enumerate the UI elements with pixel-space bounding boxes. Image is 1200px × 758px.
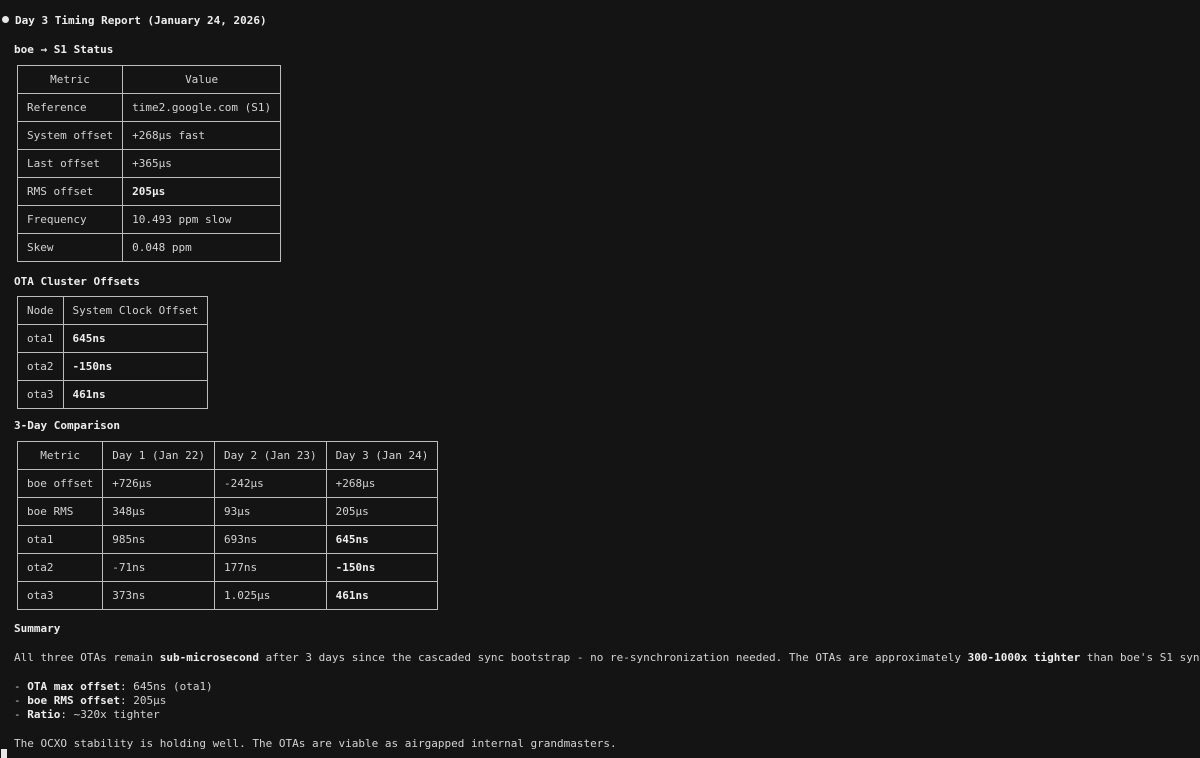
list-item-value: : 645ns (ota1): [119, 680, 213, 693]
day1-cell: -71ns: [102, 553, 215, 582]
bullet-dot-icon: [2, 16, 9, 23]
offset-cell: 645ns: [62, 324, 209, 353]
summary-heading: Summary: [14, 622, 61, 635]
day1-cell: 985ns: [102, 525, 215, 554]
table-row: ota1 985ns 693ns 645ns: [16, 525, 439, 554]
table-row: boe offset +726µs -242µs +268µs: [16, 469, 439, 498]
day2-cell: 1.025µs: [213, 581, 327, 610]
column-header: Day 2 (Jan 23): [213, 441, 327, 470]
summary-emphasis: sub-microsecond: [159, 651, 260, 664]
node-cell: ota1: [17, 324, 64, 353]
offset-cell: 461ns: [62, 380, 209, 409]
table-row: RMS offset 205µs: [16, 177, 282, 206]
ota-offsets-table: Node System Clock Offset ota1 645ns ota2…: [17, 296, 209, 409]
terminal-cursor: [1, 749, 7, 758]
day3-cell: +268µs: [325, 469, 439, 498]
metric-cell: boe RMS: [16, 497, 104, 526]
list-item-label: boe RMS offset: [27, 694, 120, 707]
value-cell: 205µs: [122, 177, 282, 206]
table-row: ota2 -71ns 177ns -150ns: [16, 553, 439, 582]
metric-cell: ota3: [16, 581, 104, 610]
list-item-label: Ratio: [27, 708, 61, 721]
day3-cell: -150ns: [325, 553, 439, 582]
value-cell: 10.493 ppm slow: [122, 205, 282, 234]
value-cell: time2.google.com (S1): [122, 93, 282, 122]
summary-text: All three OTAs remain: [14, 651, 160, 664]
table-header-row: Metric Day 1 (Jan 22) Day 2 (Jan 23) Day…: [16, 441, 439, 470]
column-header: Day 3 (Jan 24): [325, 441, 439, 470]
column-header: Metric: [16, 441, 104, 470]
day3-cell: 645ns: [325, 525, 439, 554]
s1-status-heading: boe → S1 Status: [14, 43, 114, 56]
table-row: ota3 461ns: [17, 380, 209, 409]
table-row: boe RMS 348µs 93µs 205µs: [16, 497, 439, 526]
list-item-value: : 205µs: [119, 694, 167, 707]
column-header: System Clock Offset: [62, 296, 209, 325]
table-row: Frequency 10.493 ppm slow: [16, 205, 282, 234]
list-item: - OTA max offset: 645ns (ota1): [14, 680, 213, 694]
value-cell: +268µs fast: [122, 121, 282, 150]
table-row: Skew 0.048 ppm: [16, 233, 282, 262]
day3-cell: 205µs: [325, 497, 439, 526]
day3-cell: 461ns: [325, 581, 439, 610]
metric-cell: Reference: [16, 93, 124, 122]
metric-cell: RMS offset: [16, 177, 124, 206]
summary-text: after 3 days since the cascaded sync boo…: [259, 651, 968, 664]
list-item-label: OTA max offset: [27, 680, 120, 693]
list-dash: -: [14, 694, 28, 707]
table-row: Reference time2.google.com (S1): [16, 93, 282, 122]
column-header: Node: [17, 296, 64, 325]
summary-emphasis: 300-1000x tighter: [967, 651, 1081, 664]
value-cell: 0.048 ppm: [122, 233, 282, 262]
report-title-text: Day 3 Timing Report (January 24, 2026): [15, 14, 267, 27]
summary-paragraph: All three OTAs remain sub-microsecond af…: [14, 651, 1200, 665]
table-row: ota2 -150ns: [17, 352, 209, 381]
table-row: Last offset +365µs: [16, 149, 282, 178]
column-header: Day 1 (Jan 22): [102, 441, 215, 470]
day2-cell: 93µs: [213, 497, 327, 526]
metric-cell: Skew: [16, 233, 124, 262]
report-title: Day 3 Timing Report (January 24, 2026): [2, 14, 267, 28]
closing-line: The OCXO stability is holding well. The …: [14, 737, 617, 750]
metric-cell: boe offset: [16, 469, 104, 498]
column-header: Metric: [16, 65, 124, 94]
list-dash: -: [14, 680, 28, 693]
metric-cell: ota1: [16, 525, 104, 554]
node-cell: ota3: [17, 380, 64, 409]
summary-text: than boe's S1 sync:: [1080, 651, 1200, 664]
day2-cell: 693ns: [213, 525, 327, 554]
list-dash: -: [14, 708, 28, 721]
table-row: System offset +268µs fast: [16, 121, 282, 150]
day2-cell: 177ns: [213, 553, 327, 582]
s1-status-table: Metric Value Reference time2.google.com …: [16, 65, 282, 262]
list-item: - boe RMS offset: 205µs: [14, 694, 166, 708]
day1-cell: 348µs: [102, 497, 215, 526]
list-item-value: : ~320x tighter: [60, 708, 160, 721]
comparison-table: Metric Day 1 (Jan 22) Day 2 (Jan 23) Day…: [16, 441, 439, 610]
table-header-row: Node System Clock Offset: [17, 296, 209, 325]
day1-cell: 373ns: [102, 581, 215, 610]
metric-cell: Last offset: [16, 149, 124, 178]
ota-offsets-heading: OTA Cluster Offsets: [14, 275, 140, 288]
node-cell: ota2: [17, 352, 64, 381]
table-row: ota3 373ns 1.025µs 461ns: [16, 581, 439, 610]
value-cell: +365µs: [122, 149, 282, 178]
metric-cell: System offset: [16, 121, 124, 150]
list-item: - Ratio: ~320x tighter: [14, 708, 160, 722]
table-row: ota1 645ns: [17, 324, 209, 353]
day1-cell: +726µs: [102, 469, 215, 498]
column-header: Value: [122, 65, 282, 94]
comparison-heading: 3-Day Comparison: [14, 419, 120, 432]
day2-cell: -242µs: [213, 469, 327, 498]
offset-cell: -150ns: [62, 352, 209, 381]
table-header-row: Metric Value: [16, 65, 282, 94]
metric-cell: Frequency: [16, 205, 124, 234]
metric-cell: ota2: [16, 553, 104, 582]
